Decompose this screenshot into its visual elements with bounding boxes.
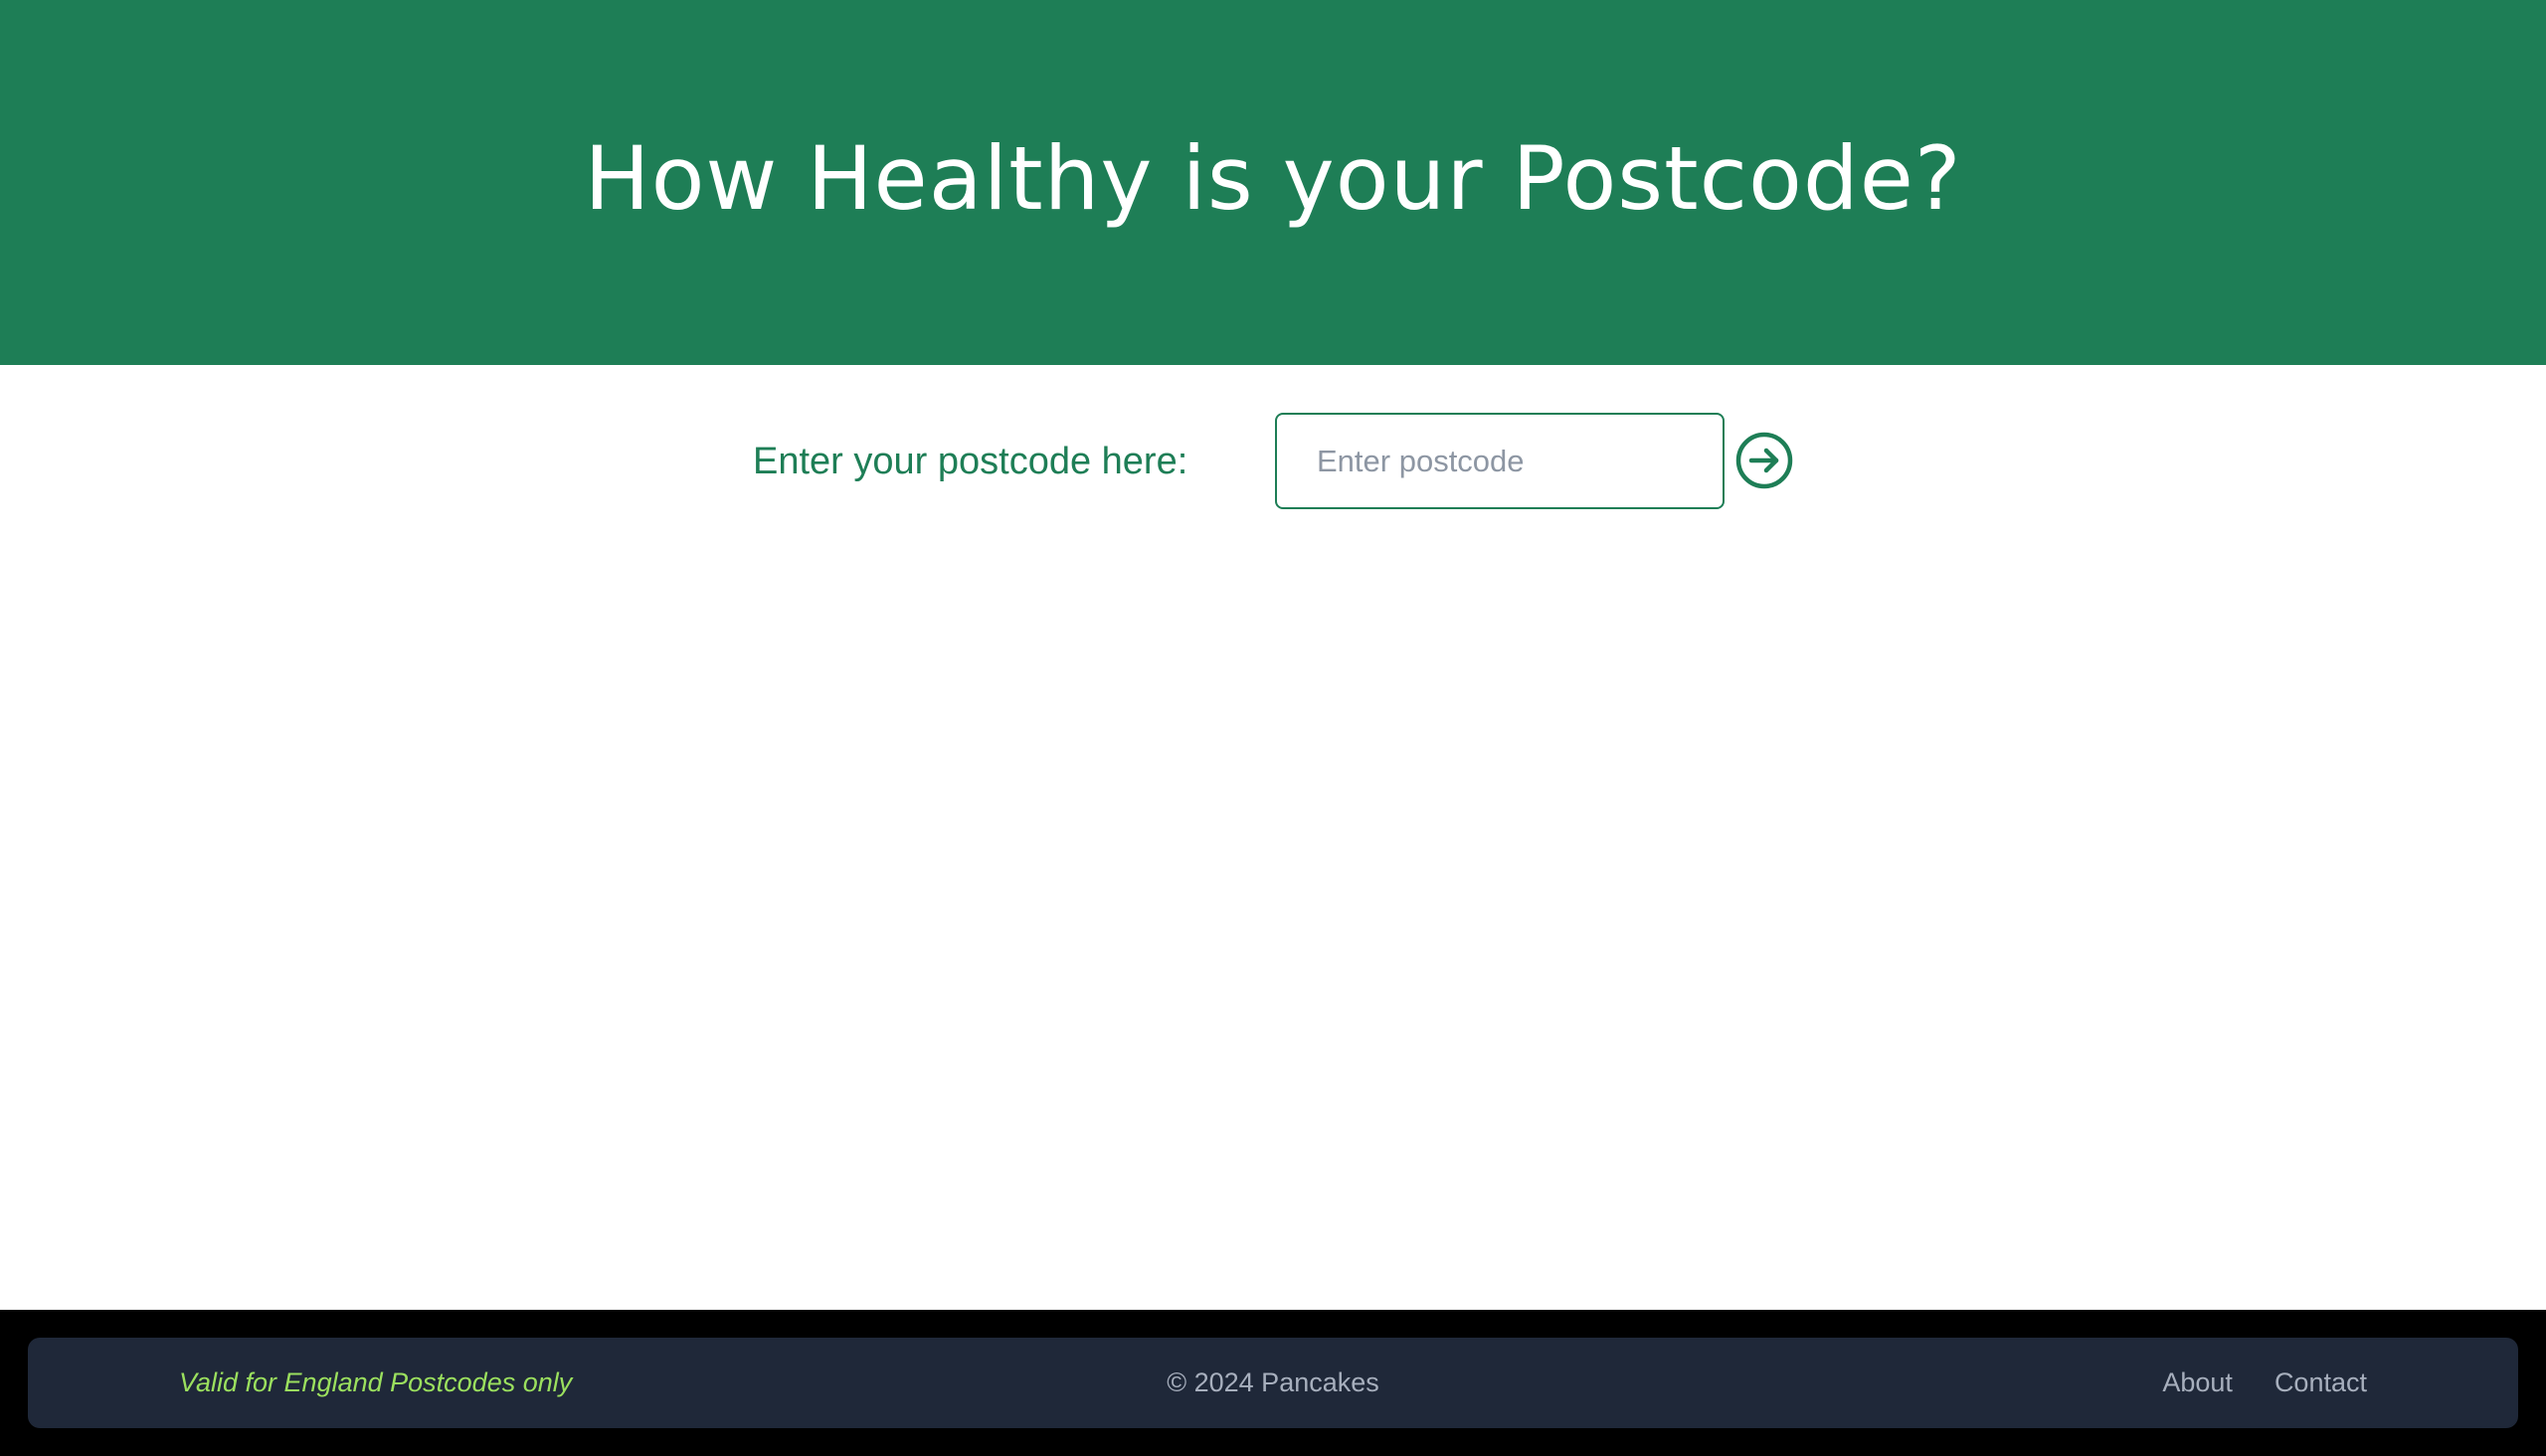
footer: Valid for England Postcodes only © 2024 … (0, 1310, 2546, 1456)
postcode-label: Enter your postcode here: (753, 441, 1188, 482)
page-title: How Healthy is your Postcode? (584, 127, 1962, 230)
arrow-right-circle-icon (1734, 431, 1794, 490)
hero-header: How Healthy is your Postcode? (0, 0, 2546, 365)
footer-note: Valid for England Postcodes only (179, 1367, 573, 1397)
postcode-form: Enter your postcode here: (0, 413, 2546, 510)
postcode-input[interactable] (1275, 413, 1725, 509)
footer-panel: Valid for England Postcodes only © 2024 … (28, 1338, 2518, 1428)
footer-link-about[interactable]: About (2162, 1367, 2233, 1398)
footer-nav: About Contact (2162, 1338, 2367, 1428)
submit-button[interactable] (1734, 431, 1794, 490)
page: How Healthy is your Postcode? Enter your… (0, 0, 2546, 1456)
footer-link-contact[interactable]: Contact (2274, 1367, 2367, 1398)
